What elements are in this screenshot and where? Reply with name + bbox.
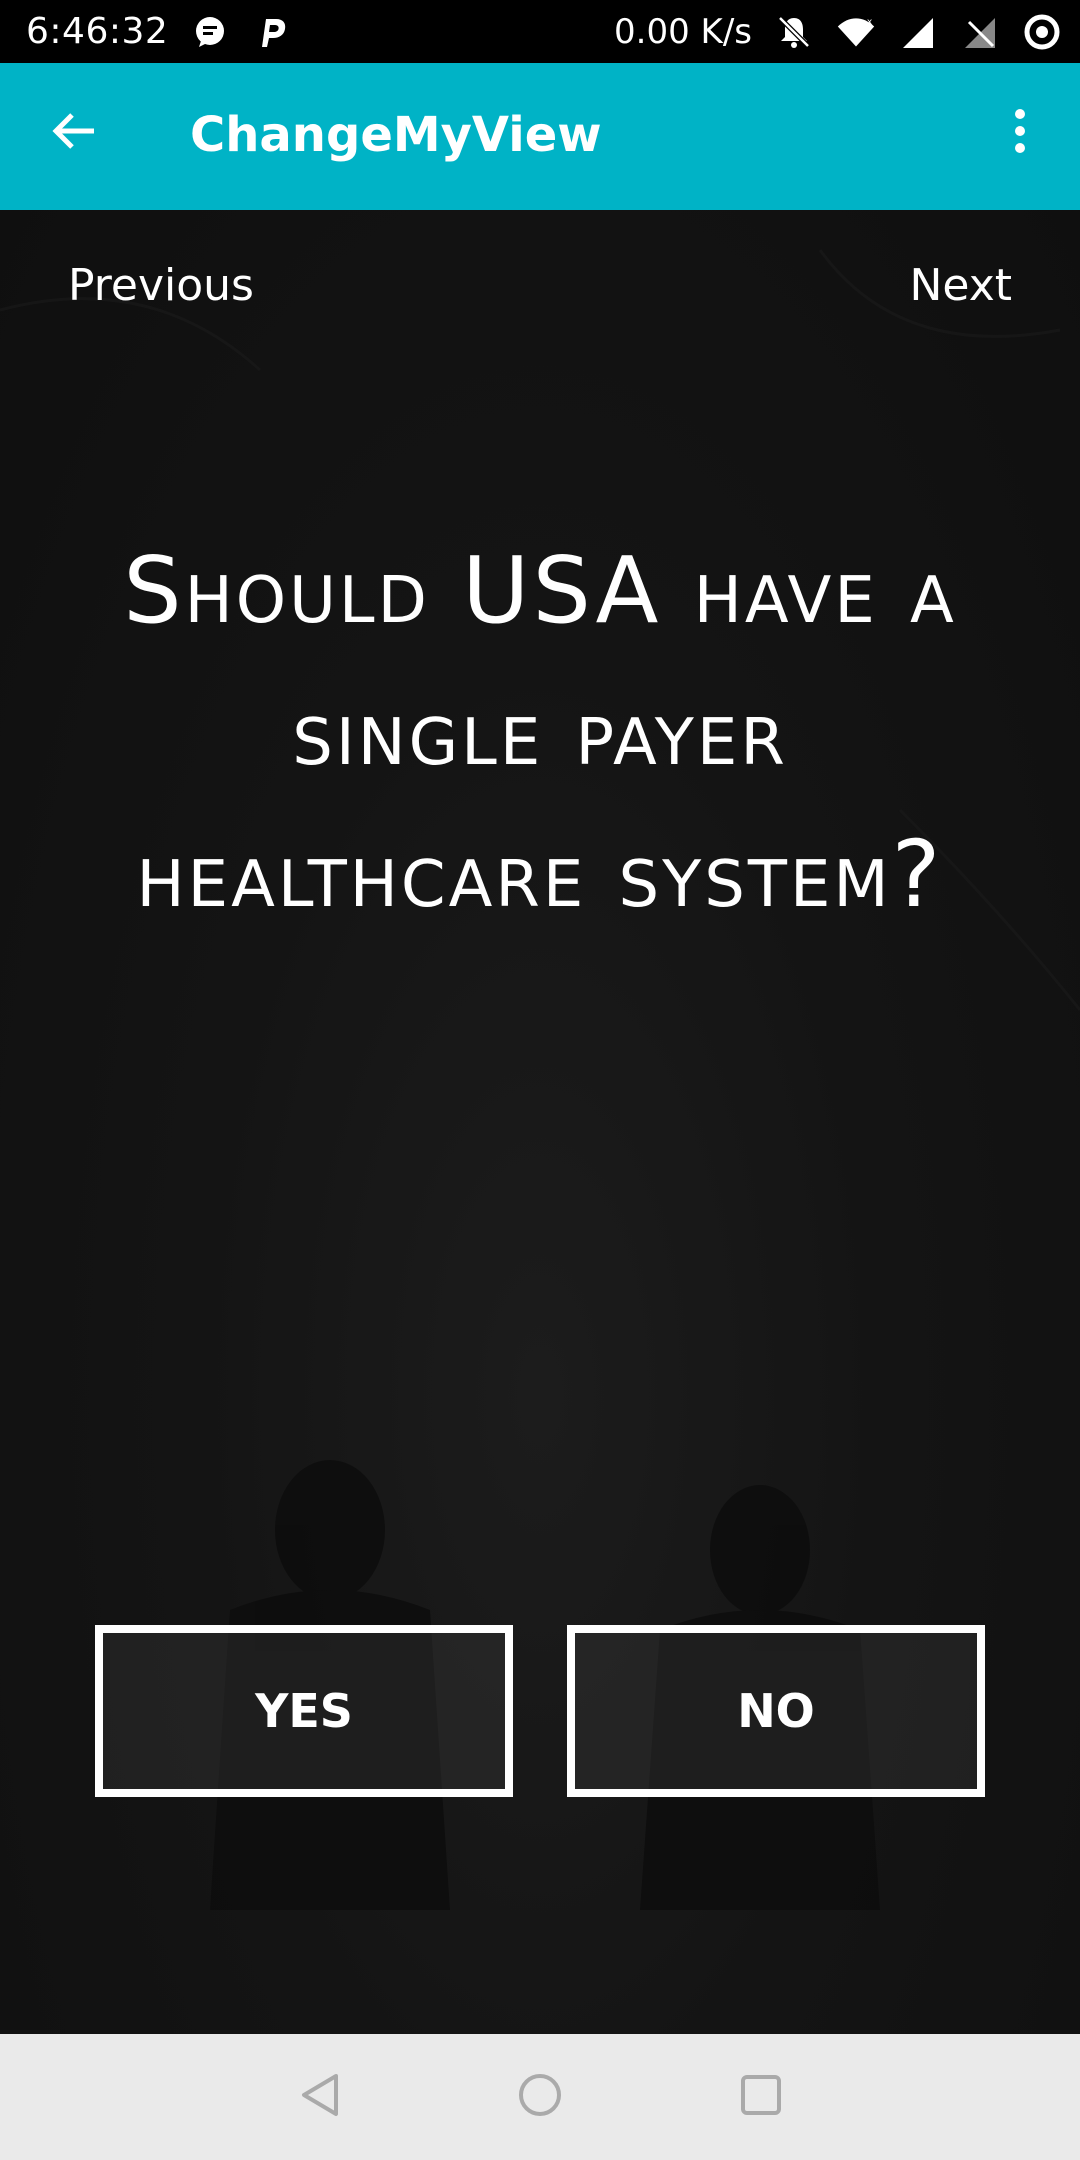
chat-bubble-icon [190, 12, 230, 52]
question-text: Should USA have a single payer healthcar… [123, 537, 957, 928]
wifi-icon: x [836, 12, 876, 52]
previous-button[interactable]: Previous [68, 260, 254, 311]
overflow-menu-button[interactable] [990, 103, 1050, 163]
parking-p-icon [252, 12, 292, 52]
system-home-button[interactable] [510, 2067, 570, 2127]
cell-signal-icon [898, 12, 938, 52]
yes-button[interactable]: YES [95, 1625, 513, 1797]
mute-bell-icon [774, 12, 814, 52]
system-nav-bar [0, 2034, 1080, 2160]
question-card: Previous Next Should USA have a single p… [0, 210, 1080, 2034]
system-recents-button[interactable] [731, 2067, 791, 2127]
arrow-left-icon [50, 111, 98, 155]
no-sim-icon [960, 12, 1000, 52]
sync-circle-icon [1022, 12, 1062, 52]
circle-home-icon [517, 2072, 563, 2122]
status-bar: 6:46:32 0.00 K/s x [0, 0, 1080, 63]
triangle-back-icon [298, 2072, 342, 2122]
network-speed: 0.00 K/s [614, 11, 752, 52]
app-title: ChangeMyView [190, 107, 602, 163]
next-button[interactable]: Next [909, 260, 1012, 311]
app-bar: ChangeMyView [0, 63, 1080, 210]
status-bar-right: 0.00 K/s x [614, 0, 1062, 63]
svg-text:x: x [867, 17, 873, 27]
back-button[interactable] [44, 103, 104, 163]
square-recents-icon [739, 2073, 783, 2121]
no-button[interactable]: NO [567, 1625, 985, 1797]
status-bar-left: 6:46:32 [26, 0, 292, 63]
status-time: 6:46:32 [26, 11, 169, 52]
system-back-button[interactable] [290, 2067, 350, 2127]
more-vertical-icon [1012, 108, 1028, 158]
